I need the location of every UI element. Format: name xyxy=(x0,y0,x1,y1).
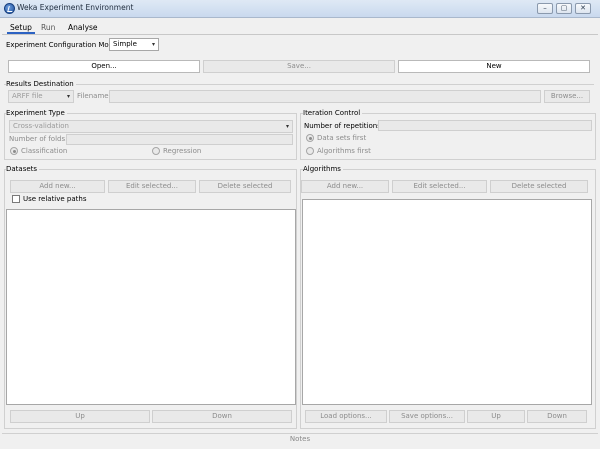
repetitions-label: Number of repetitions: xyxy=(304,122,384,130)
experiment-method-select[interactable]: Cross-validation ▾ xyxy=(9,120,293,133)
tab-divider xyxy=(2,34,598,35)
save-button[interactable]: Save... xyxy=(203,60,395,73)
results-format-value: ARFF file xyxy=(12,92,43,100)
regression-radio[interactable] xyxy=(152,147,160,155)
notes-bar[interactable]: Notes xyxy=(2,433,598,444)
regression-label: Regression xyxy=(163,147,202,155)
experiment-method-value: Cross-validation xyxy=(13,122,69,130)
filename-label: Filename: xyxy=(77,92,111,100)
load-options-button[interactable]: Load options... xyxy=(305,410,387,423)
iteration-control-title: Iteration Control xyxy=(303,109,363,118)
folds-label: Number of folds: xyxy=(9,135,68,143)
datasets-down-button[interactable]: Down xyxy=(152,410,292,423)
config-mode-value: Simple xyxy=(113,40,137,48)
open-button[interactable]: Open... xyxy=(8,60,200,73)
use-relative-paths-checkbox[interactable] xyxy=(12,195,20,203)
window-title: Weka Experiment Environment xyxy=(17,3,134,12)
classification-label: Classification xyxy=(21,147,68,155)
use-relative-paths-label: Use relative paths xyxy=(23,195,87,203)
chevron-down-icon: ▾ xyxy=(285,123,289,130)
datasets-list[interactable] xyxy=(6,209,296,405)
classification-radio[interactable] xyxy=(10,147,18,155)
experiment-type-title: Experiment Type xyxy=(6,109,67,118)
datasets-up-button[interactable]: Up xyxy=(10,410,150,423)
filename-field[interactable] xyxy=(109,90,541,103)
chevron-down-icon: ▾ xyxy=(66,93,70,100)
datasets-delete-selected-button[interactable]: Delete selected xyxy=(199,180,291,193)
notes-label: Notes xyxy=(289,435,311,443)
config-mode-label: Experiment Configuration Mode xyxy=(6,41,118,49)
tab-analyse[interactable]: Analyse xyxy=(65,21,101,34)
algorithms-title: Algorithms xyxy=(303,165,343,174)
save-options-button[interactable]: Save options... xyxy=(389,410,465,423)
close-icon[interactable]: ✕ xyxy=(575,3,591,14)
datasets-edit-selected-button[interactable]: Edit selected... xyxy=(108,180,196,193)
algorithms-add-new-button[interactable]: Add new... xyxy=(301,180,389,193)
algorithms-first-radio[interactable] xyxy=(306,147,314,155)
tab-setup[interactable]: Setup xyxy=(7,21,35,34)
maximize-icon[interactable]: ▢ xyxy=(556,3,572,14)
data-sets-first-label: Data sets first xyxy=(317,134,367,142)
weka-app-icon xyxy=(4,3,15,14)
results-destination-title: Results Destination xyxy=(6,80,76,89)
datasets-title: Datasets xyxy=(6,165,40,174)
tab-run[interactable]: Run xyxy=(38,21,58,34)
algorithms-up-button[interactable]: Up xyxy=(467,410,525,423)
algorithms-first-label: Algorithms first xyxy=(317,147,371,155)
new-button[interactable]: New xyxy=(398,60,590,73)
repetitions-field[interactable] xyxy=(378,120,592,131)
chevron-down-icon: ▾ xyxy=(151,41,155,48)
algorithms-list[interactable] xyxy=(302,199,592,405)
folds-field[interactable] xyxy=(66,134,293,145)
minimize-icon[interactable]: – xyxy=(537,3,553,14)
results-format-select[interactable]: ARFF file ▾ xyxy=(8,90,74,103)
data-sets-first-radio[interactable] xyxy=(306,134,314,142)
config-mode-select[interactable]: Simple ▾ xyxy=(109,38,159,51)
datasets-add-new-button[interactable]: Add new... xyxy=(10,180,105,193)
algorithms-edit-selected-button[interactable]: Edit selected... xyxy=(392,180,487,193)
algorithms-down-button[interactable]: Down xyxy=(527,410,587,423)
algorithms-delete-selected-button[interactable]: Delete selected xyxy=(490,180,588,193)
browse-button[interactable]: Browse... xyxy=(544,90,590,103)
